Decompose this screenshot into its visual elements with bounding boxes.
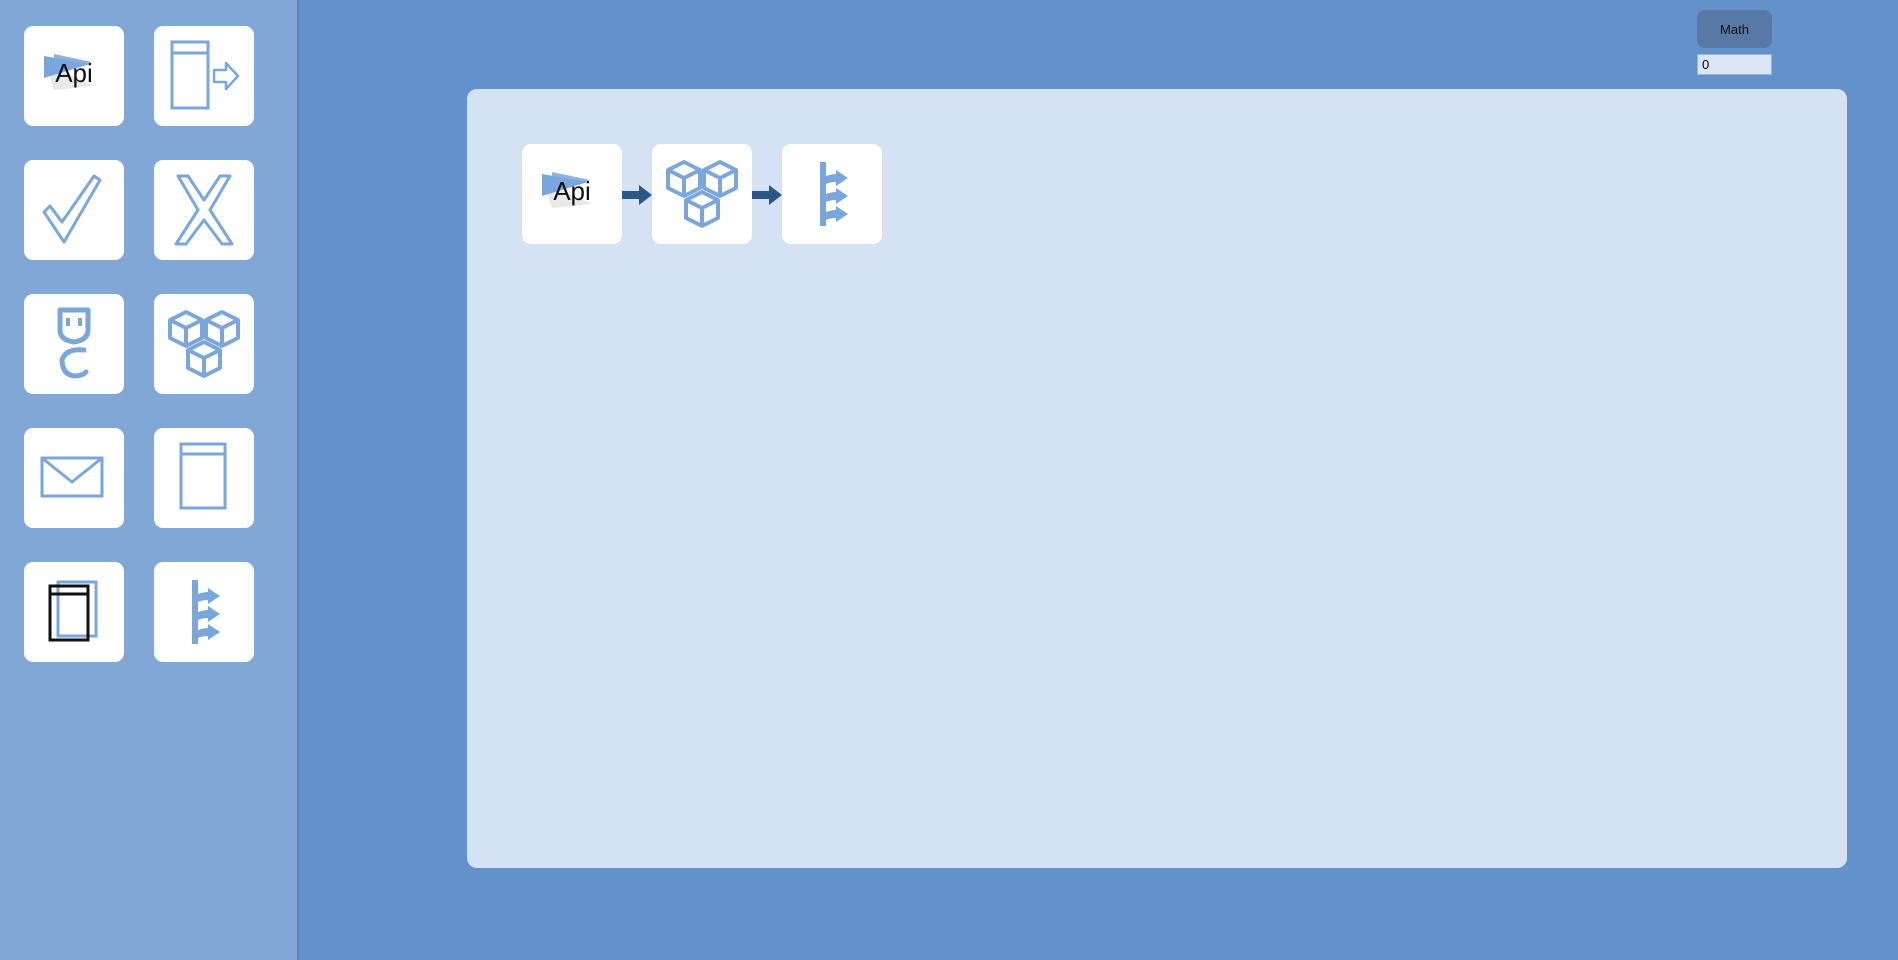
math-button-label: Math — [1720, 21, 1749, 37]
document-icon — [179, 442, 227, 510]
check-icon — [42, 174, 102, 244]
component-palette: Api — [0, 0, 299, 960]
palette-tile-cross[interactable] — [154, 160, 254, 260]
connector-arrow — [622, 185, 652, 205]
output-panel-icon — [170, 40, 240, 110]
plug-icon — [57, 307, 91, 379]
cubes-icon — [168, 310, 240, 378]
connector-arrow — [752, 185, 782, 205]
cubes-icon — [666, 160, 738, 228]
palette-tile-cubes[interactable] — [154, 294, 254, 394]
palette-tile-document-copy[interactable] — [24, 562, 124, 662]
math-button[interactable]: Math — [1697, 10, 1772, 48]
palette-tile-output[interactable] — [154, 26, 254, 126]
cross-icon — [174, 174, 234, 246]
palette-tile-check[interactable] — [24, 160, 124, 260]
api-label: Api — [55, 58, 93, 88]
mail-icon — [40, 456, 104, 498]
flow-canvas[interactable]: Api — [467, 89, 1847, 868]
math-value-input[interactable] — [1697, 54, 1772, 75]
split-arrows-icon — [192, 580, 220, 644]
palette-tile-api[interactable]: Api — [24, 26, 124, 126]
flow-node-cubes[interactable] — [652, 144, 752, 244]
palette-tile-mail[interactable] — [24, 428, 124, 528]
document-copy-icon — [48, 580, 98, 642]
palette-tile-document[interactable] — [154, 428, 254, 528]
api-label: Api — [553, 176, 591, 206]
flow-node-api[interactable]: Api — [522, 144, 622, 244]
palette-tile-plug[interactable] — [24, 294, 124, 394]
api-icon: Api — [44, 54, 94, 90]
flow-node-split[interactable] — [782, 144, 882, 244]
split-arrows-icon — [820, 162, 848, 226]
api-icon: Api — [542, 172, 592, 208]
palette-tile-split[interactable] — [154, 562, 254, 662]
